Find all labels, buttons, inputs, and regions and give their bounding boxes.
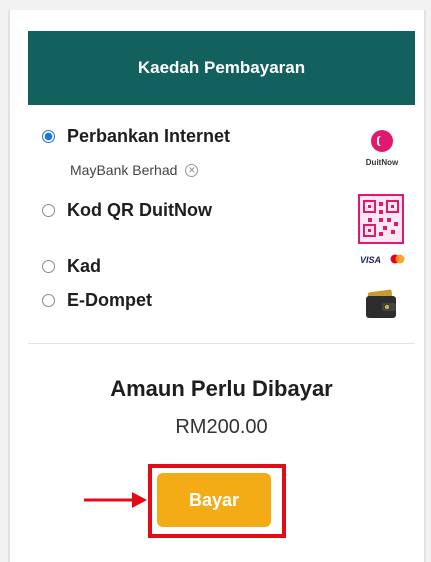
- option-label: Perbankan Internet: [67, 126, 231, 146]
- divider: [28, 343, 415, 344]
- duitnow-logo-text: DuitNow: [366, 158, 399, 167]
- amount-value: RM200.00: [175, 416, 268, 438]
- option-card[interactable]: Kad: [42, 256, 101, 277]
- option-label: Kod QR DuitNow: [67, 200, 212, 220]
- option-duitnow-qr[interactable]: Kod QR DuitNow: [42, 200, 212, 221]
- option-e-wallet[interactable]: E-Dompet: [42, 290, 152, 311]
- option-internet-banking[interactable]: Perbankan Internet: [42, 126, 230, 147]
- wallet-icon: [364, 287, 398, 321]
- selected-bank-name: MayBank Berhad: [70, 162, 178, 178]
- radio-card[interactable]: [42, 260, 55, 273]
- radio-duitnow-qr[interactable]: [42, 204, 55, 217]
- amount-label: Amaun Perlu Dibayar: [110, 376, 333, 401]
- page-frame: Kaedah Pembayaran Perbankan Internet May…: [0, 0, 431, 562]
- radio-e-wallet[interactable]: [42, 294, 55, 307]
- qr-code-icon: [358, 194, 404, 244]
- option-label: E-Dompet: [67, 290, 152, 310]
- radio-internet-banking[interactable]: [42, 130, 55, 143]
- payment-method-header: Kaedah Pembayaran: [28, 31, 415, 105]
- clear-icon[interactable]: ✕: [185, 163, 199, 177]
- option-label: Kad: [67, 256, 102, 276]
- visa-logo-text: VISA: [360, 255, 381, 265]
- pay-button[interactable]: Bayar: [157, 473, 271, 527]
- arrow-right-icon: [84, 488, 148, 517]
- header-title: Kaedah Pembayaran: [137, 58, 306, 77]
- selected-bank[interactable]: MayBank Berhad ✕: [70, 162, 199, 178]
- visa-mastercard-logo: VISA: [360, 252, 406, 266]
- duitnow-logo: DuitNow: [360, 127, 404, 171]
